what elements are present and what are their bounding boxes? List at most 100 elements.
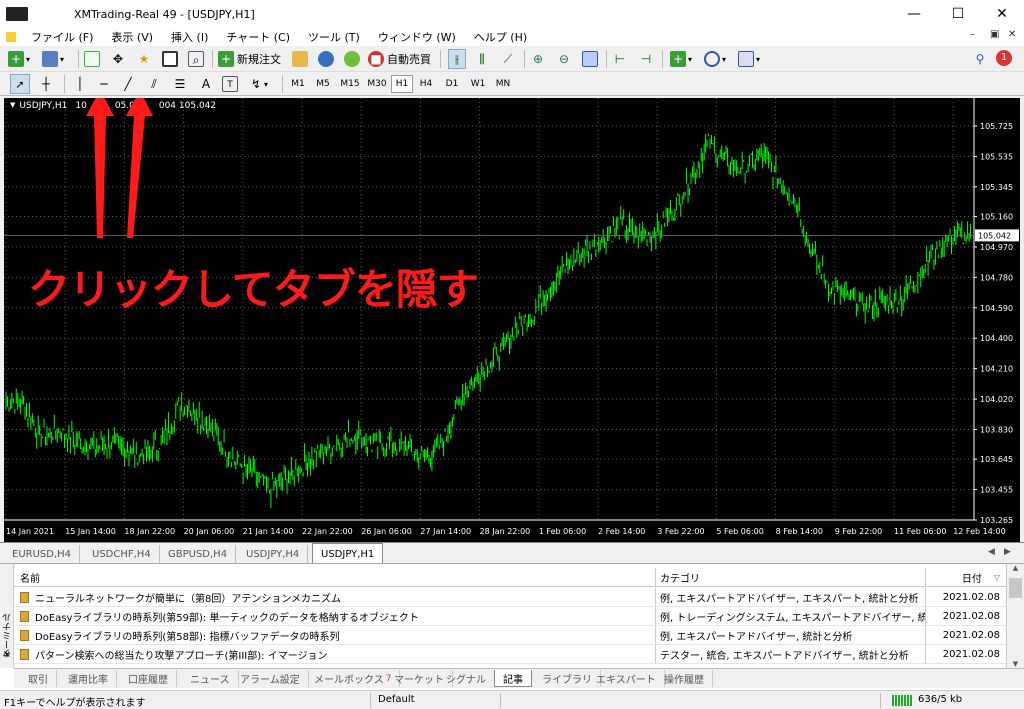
trendline-button[interactable]: ╱ [120, 74, 136, 94]
zoom-in-button[interactable]: ⊕ [530, 49, 546, 69]
indicators-icon: + [670, 51, 686, 67]
tab-articles[interactable]: 記事 [494, 670, 532, 687]
tab-alerts[interactable]: アラーム設定 [232, 670, 309, 687]
templates-button[interactable]: ▾ [738, 49, 760, 69]
timeframe-m15[interactable]: M15 [337, 75, 363, 93]
scroll-down-icon[interactable]: ▼ [1007, 660, 1024, 668]
profiles-button[interactable]: ▾ [42, 49, 64, 69]
status-profile[interactable]: Default [378, 694, 415, 705]
signals-button[interactable] [318, 49, 334, 69]
auto-trading-button[interactable]: ■ 自動売買 [368, 49, 431, 69]
annotation-arrow-left [86, 98, 114, 238]
chart-shift-button[interactable]: ⊣ [638, 49, 654, 69]
vertical-line-button[interactable]: │ [72, 74, 88, 94]
mdi-child-icon[interactable] [6, 32, 16, 42]
candlestick-button[interactable]: ⫼ [474, 49, 490, 69]
auto-scroll-button[interactable]: ⊢ [612, 49, 628, 69]
tile-windows-button[interactable] [582, 49, 598, 69]
column-date[interactable]: 日付 ▽ [926, 568, 1006, 586]
metaeditor-button[interactable] [292, 49, 308, 69]
timeframe-m5[interactable]: M5 [312, 75, 334, 93]
navigator-button[interactable]: ★ [136, 49, 152, 69]
close-button[interactable]: ✕ [980, 0, 1024, 28]
table-row[interactable]: パターン検索への総当たり攻撃アプローチ(第III部): イマージョン テスター,… [14, 645, 1006, 664]
mdi-close-icon[interactable]: ✕ [1008, 29, 1016, 40]
menu-file[interactable]: ファイル (F) [22, 29, 102, 45]
menu-view[interactable]: 表示 (V) [102, 29, 162, 45]
mdi-minimize-icon[interactable]: – [970, 29, 975, 40]
y-tick-label: 105.160 [980, 212, 1013, 221]
menu-window[interactable]: ウィンドウ (W) [369, 29, 465, 45]
tab-trade[interactable]: 取引 [20, 670, 57, 687]
chart-tab-usdjpy-h4[interactable]: USDJPY,H4 [238, 545, 309, 563]
search-icon: ⚲ [975, 52, 985, 66]
table-row[interactable]: DoEasyライブラリの時系列(第58部): 指標バッファデータの時系列 例, … [14, 626, 1006, 645]
menu-tools[interactable]: ツール (T) [299, 29, 369, 45]
timeframe-m1[interactable]: M1 [287, 75, 309, 93]
tab-signals[interactable]: シグナル [438, 670, 495, 687]
arrows-button[interactable]: ↯ ▾ [248, 74, 268, 94]
x-tick-label: 5 Feb 06:00 [716, 527, 763, 536]
timeframe-d1[interactable]: D1 [441, 75, 463, 93]
table-row[interactable]: ニューラルネットワークが簡単に（第8回）アテンションメカニズム 例, エキスパー… [14, 588, 1006, 607]
table-row[interactable]: DoEasyライブラリの時系列(第59部): 単一ティックのデータを格納するオブ… [14, 607, 1006, 626]
notifications-button[interactable]: 1 [996, 48, 1012, 68]
menu-help[interactable]: ヘルプ (H) [465, 29, 536, 45]
column-category[interactable]: カテゴリ [656, 568, 926, 586]
indicators-button[interactable]: + ▾ [670, 49, 692, 69]
row-category: 例, エキスパートアドバイザー, エキスパート, 統計と分析 [656, 588, 926, 606]
menu-insert[interactable]: 挿入 (I) [162, 29, 217, 45]
bar-chart-button[interactable]: ⫲ [448, 49, 466, 69]
data-window-button[interactable]: ✥ [110, 49, 126, 69]
menu-chart[interactable]: チャート (C) [217, 29, 299, 45]
mdi-restore-icon[interactable]: ▣ [990, 29, 999, 40]
chart-tab-usdchf-h4[interactable]: USDCHF,H4 [84, 545, 160, 563]
collapse-triangle-icon[interactable]: ▼ [10, 101, 15, 111]
market-watch-button[interactable] [84, 49, 100, 69]
market-button[interactable] [344, 49, 360, 69]
cursor-button[interactable]: ➚ [10, 74, 30, 94]
price-chart[interactable]: 105.725 105.535 105.345 105.160 104.970 104.7… [4, 98, 1020, 542]
standard-toolbar: + ▾ ▾ ✥ ★ ⌕ + 新規注文 ■ 自動売買 ⫲ ⫼ ⟋ ⊕ ⊖ ⊢ ⊣ + ▾ … [0, 46, 1024, 72]
tab-exposure[interactable]: 運用比率 [60, 670, 117, 687]
scroll-up-icon[interactable]: ▲ [1007, 564, 1024, 572]
tab-journal[interactable]: 操作履歴 [656, 670, 713, 687]
timeframe-h1[interactable]: H1 [391, 75, 413, 93]
tab-news[interactable]: ニュース [182, 670, 239, 687]
zoom-out-button[interactable]: ⊖ [556, 49, 572, 69]
fibonacci-button[interactable]: ☰ [172, 74, 188, 94]
text-button[interactable]: A [198, 74, 214, 94]
channel-button[interactable]: ⫽ [146, 74, 162, 94]
search-button[interactable]: ⚲ [972, 49, 988, 69]
minimize-button[interactable]: — [892, 0, 936, 28]
column-name[interactable]: 名前 [14, 568, 656, 586]
crosshair-button[interactable]: ┼ [38, 74, 54, 94]
chart-shift-icon: ⊣ [640, 52, 652, 66]
timeframe-h4[interactable]: H4 [415, 75, 437, 93]
row-name: DoEasyライブラリの時系列(第59部): 単一ティックのデータを格納するオブ… [35, 612, 419, 624]
tester-button[interactable]: ⌕ [188, 49, 204, 69]
terminal-scrollbar[interactable]: ▲ ▼ [1006, 564, 1024, 668]
scroll-thumb[interactable] [1009, 578, 1022, 598]
horizontal-line-button[interactable]: ─ [96, 74, 112, 94]
maximize-button[interactable]: ☐ [936, 0, 980, 28]
chart-tab-eurusd-h4[interactable]: EURUSD,H4 [4, 545, 81, 563]
tab-history[interactable]: 口座履歴 [120, 670, 177, 687]
chart-tab-gbpusd-h4[interactable]: GBPUSD,H4 [160, 545, 237, 563]
tab-scroll-left-icon[interactable]: ◀ [988, 547, 995, 557]
tab-experts[interactable]: エキスパート [588, 670, 665, 687]
timeframe-mn[interactable]: MN [492, 75, 514, 93]
profiles-icon [42, 51, 58, 67]
menu-bar: ファイル (F) 表示 (V) 挿入 (I) チャート (C) ツール (T) … [0, 28, 1024, 46]
terminal-button[interactable] [162, 49, 178, 69]
chart-tab-usdjpy-h1[interactable]: USDJPY,H1 [312, 543, 384, 564]
tab-scroll-right-icon[interactable]: ▶ [1004, 547, 1011, 557]
horizontal-line-icon: ─ [100, 77, 108, 91]
new-order-button[interactable]: + 新規注文 [218, 49, 281, 69]
periods-button[interactable]: ▾ [704, 49, 726, 69]
timeframe-w1[interactable]: W1 [467, 75, 489, 93]
line-chart-button[interactable]: ⟋ [500, 49, 516, 69]
timeframe-m30[interactable]: M30 [364, 75, 390, 93]
text-label-button[interactable]: T [222, 74, 238, 94]
new-chart-button[interactable]: + ▾ [8, 49, 30, 69]
